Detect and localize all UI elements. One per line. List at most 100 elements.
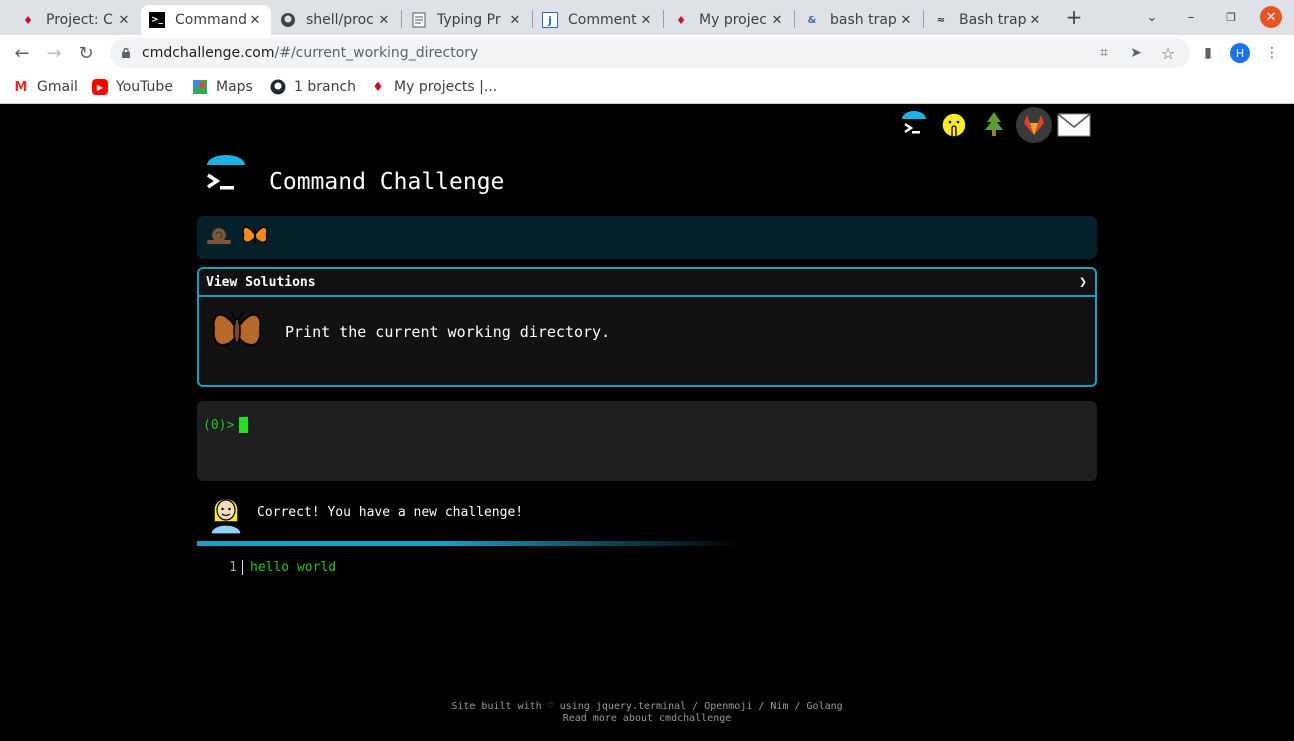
red-ruby-icon: ♦	[372, 79, 384, 95]
bookmark-youtube[interactable]: ▶ YouTube	[92, 77, 173, 97]
profile-avatar[interactable]: H	[1230, 43, 1250, 63]
footer: Site built with ♡ using jquery.terminal …	[0, 701, 1294, 725]
tab-title: Typing Pr	[437, 12, 501, 28]
red-ruby-icon: ♦	[676, 13, 686, 27]
bookmark-my-projects[interactable]: ♦ My projects |...	[370, 77, 497, 97]
close-icon[interactable]: ✕	[376, 13, 392, 28]
terminal-logo-icon	[207, 155, 245, 190]
tab-separator	[923, 10, 924, 28]
tab-shell[interactable]: shell/proc ✕	[272, 5, 400, 35]
snail-icon[interactable]	[205, 224, 233, 251]
send-icon[interactable]: ➤	[1126, 43, 1146, 63]
gitlab-icon[interactable]	[1016, 107, 1052, 143]
bookmark-star-icon[interactable]: ☆	[1158, 43, 1178, 63]
tab-title: Comment	[568, 12, 637, 28]
url-host: cmdchallenge.com	[142, 45, 275, 61]
footer-credits[interactable]: Site built with ♡ using jquery.terminal …	[0, 701, 1294, 713]
challenge-card: View Solutions ❯ Print the current worki…	[197, 267, 1097, 387]
feedback-text: Correct! You have a new challenge!	[257, 504, 524, 520]
challenge-description: Print the current working directory.	[285, 323, 611, 341]
red-ruby-icon: ♦	[23, 13, 33, 27]
url-path: /#/current_working_directory	[274, 45, 479, 61]
address-bar[interactable]: cmdchallenge.com/#/current_working_direc…	[110, 38, 1190, 68]
tab-title: bash trap	[830, 12, 897, 28]
close-icon[interactable]: ✕	[1027, 13, 1043, 28]
j-icon: j	[542, 12, 558, 28]
reload-icon[interactable]: ↻	[74, 41, 98, 65]
github-icon	[280, 12, 296, 28]
bookmark-gmail[interactable]: M Gmail	[13, 77, 78, 97]
view-solutions-toggle[interactable]: View Solutions ❯	[199, 269, 1095, 297]
terminal-prompt: (0)>	[203, 418, 235, 433]
tab-project[interactable]: ♦ Project: C ✕	[12, 5, 140, 35]
back-icon[interactable]: ←	[10, 41, 34, 65]
divider-bar	[197, 541, 742, 546]
line-number: 1	[197, 560, 243, 575]
tab-comment[interactable]: j Comment ✕	[534, 5, 662, 35]
youtube-icon: ▶	[92, 79, 108, 95]
translate-icon[interactable]: ⌗	[1094, 43, 1114, 63]
tab-title: Project: C	[46, 12, 113, 28]
bash-icon: &	[807, 14, 817, 26]
bookmark-branch[interactable]: 1 branch	[270, 77, 356, 97]
restore-icon[interactable]: ❐	[1220, 6, 1242, 28]
footer-about-link[interactable]: Read more about cmdchallenge	[0, 713, 1294, 725]
butterfly-icon[interactable]	[241, 223, 269, 252]
tab-separator	[663, 10, 664, 28]
bash-icon: ≈	[936, 14, 946, 26]
close-icon[interactable]: ✕	[247, 13, 263, 28]
url-text[interactable]: cmdchallenge.com/#/current_working_direc…	[142, 45, 478, 61]
tab-search-icon[interactable]: ⌄	[1141, 6, 1163, 28]
tab-my-projects[interactable]: ♦ My projec ✕	[665, 5, 793, 35]
tab-separator	[401, 10, 402, 28]
challenge-progress-bar	[197, 216, 1097, 259]
minimize-icon[interactable]: –	[1180, 6, 1202, 28]
page-title: Command Challenge	[269, 169, 505, 195]
maps-icon	[192, 79, 208, 95]
bookmarks-bar: M Gmail ▶ YouTube Maps 1 branch ♦ My pro…	[0, 71, 1294, 104]
lock-icon[interactable]	[120, 47, 132, 59]
side-panel-icon[interactable]: ▮	[1198, 43, 1218, 63]
close-icon[interactable]: ✕	[638, 13, 654, 28]
terminal-input[interactable]: (0)>	[197, 401, 1097, 481]
menu-icon[interactable]: ⋮	[1262, 43, 1282, 63]
tab-title: shell/proc	[306, 12, 374, 28]
output-line: 1 hello world	[197, 560, 336, 575]
moth-icon	[212, 310, 262, 346]
close-icon[interactable]: ✕	[116, 13, 132, 28]
woman-avatar-icon	[210, 497, 242, 534]
page-content: Command Challenge View Solutions ❯ Print…	[0, 105, 1294, 741]
close-icon[interactable]: ✕	[898, 13, 914, 28]
github-icon	[270, 79, 286, 95]
bookmark-label: Gmail	[37, 79, 78, 95]
bookmark-label: YouTube	[116, 79, 173, 95]
tab-typing[interactable]: Typing Pr ✕	[403, 5, 531, 35]
new-tab-button[interactable]: +	[1063, 5, 1085, 29]
doc-icon	[411, 12, 427, 28]
tree-icon[interactable]	[976, 107, 1012, 143]
tab-strip: ♦ Project: C ✕ >_ Command ✕ shell/proc ✕…	[0, 0, 1294, 35]
browser-toolbar: ← → ↻ cmdchallenge.com/#/current_working…	[0, 35, 1294, 71]
tab-bash-trap-1[interactable]: & bash trap ✕	[796, 5, 922, 35]
close-icon[interactable]: ✕	[507, 13, 523, 28]
tab-separator	[794, 10, 795, 28]
forward-icon[interactable]: →	[42, 41, 66, 65]
bookmark-label: 1 branch	[294, 79, 357, 95]
terminal-cursor	[239, 417, 249, 433]
tab-command[interactable]: >_ Command ✕	[141, 5, 271, 35]
tab-bash-trap-2[interactable]: ≈ Bash trap ✕	[925, 5, 1051, 35]
close-window-icon[interactable]: ✕	[1260, 6, 1282, 28]
close-icon[interactable]: ✕	[769, 13, 785, 28]
chevron-right-icon: ❯	[1079, 274, 1087, 290]
mail-icon[interactable]	[1056, 107, 1092, 143]
bookmark-label: Maps	[216, 79, 253, 95]
cmdchallenge-logo-icon[interactable]	[896, 107, 932, 143]
tab-separator	[532, 10, 533, 28]
tab-title: Command	[175, 12, 247, 28]
view-solutions-label: View Solutions	[206, 274, 316, 290]
bookmark-maps[interactable]: Maps	[192, 77, 253, 97]
tab-title: Bash trap	[959, 12, 1027, 28]
header-icon-links	[896, 107, 1092, 143]
feedback-message: Correct! You have a new challenge!	[208, 490, 523, 534]
shushing-face-icon[interactable]	[936, 107, 972, 143]
